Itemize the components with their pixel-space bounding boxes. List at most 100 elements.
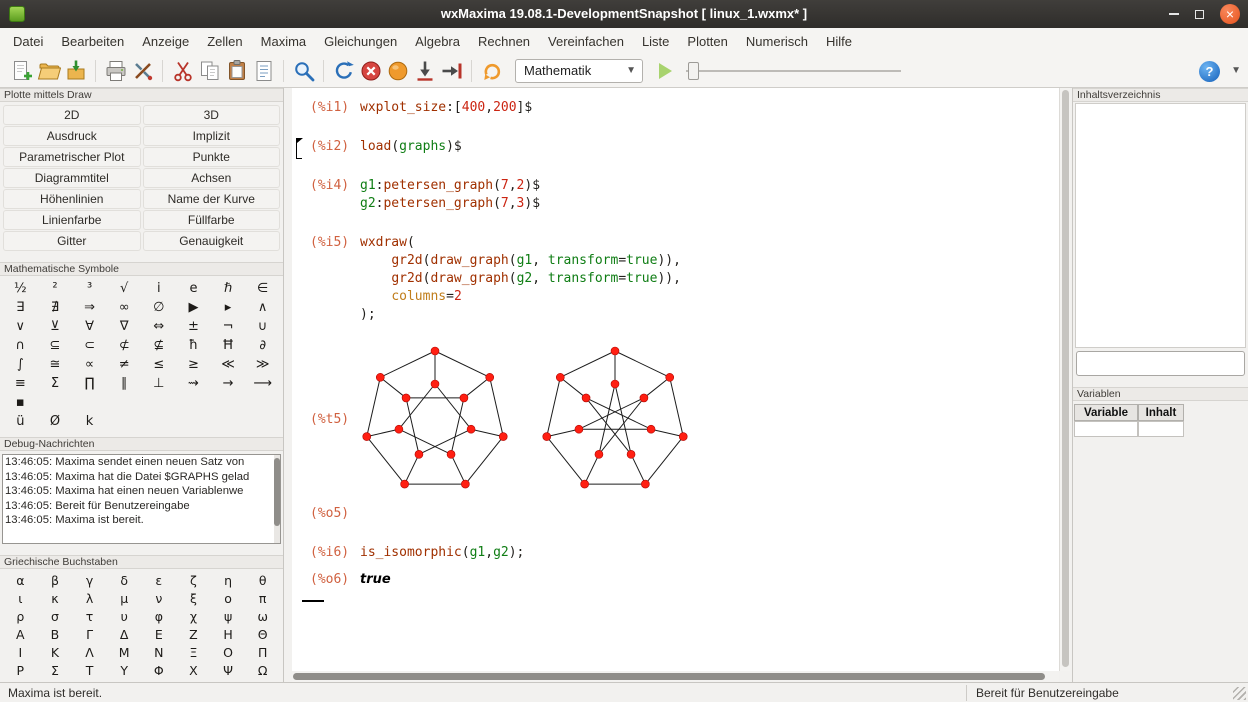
greek-Λ[interactable]: Λ — [72, 644, 107, 662]
symbol-k[interactable]: k — [72, 412, 107, 431]
select-text-icon[interactable] — [250, 58, 277, 84]
symbol-≤[interactable]: ≤ — [142, 355, 177, 374]
code-line[interactable]: g1:petersen_graph(7,2)$ — [360, 177, 540, 195]
symbol-≫[interactable]: ≫ — [245, 355, 280, 374]
symbol-∄[interactable]: ∄ — [38, 298, 73, 317]
copy-icon[interactable] — [196, 58, 223, 84]
document[interactable]: (%i1)wxplot_size:[400,200]$(%i2)load(gra… — [292, 88, 1059, 671]
greek-π[interactable]: π — [245, 590, 280, 608]
draw-button-gitter[interactable]: Gitter — [3, 231, 141, 251]
symbol-∇[interactable]: ∇ — [107, 317, 142, 336]
open-file-icon[interactable] — [35, 58, 62, 84]
cell-code[interactable]: load(graphs)$ — [360, 138, 462, 156]
symbol-⊥[interactable]: ⊥ — [142, 374, 177, 393]
cell-code[interactable]: g1:petersen_graph(7,2)$g2:petersen_graph… — [360, 177, 540, 213]
symbol-∂[interactable]: ∂ — [245, 336, 280, 355]
symbol-≠[interactable]: ≠ — [107, 355, 142, 374]
greek-υ[interactable]: υ — [107, 608, 142, 626]
menu-algebra[interactable]: Algebra — [406, 30, 469, 53]
menu-anzeige[interactable]: Anzeige — [133, 30, 198, 53]
cell-o5[interactable]: (%o5) — [310, 505, 1059, 523]
symbol-ü[interactable]: ü — [3, 412, 38, 431]
paste-icon[interactable] — [223, 58, 250, 84]
stop-icon[interactable] — [357, 58, 384, 84]
horizontal-scrollbar[interactable] — [292, 671, 1059, 682]
restart-maxima-icon[interactable] — [330, 58, 357, 84]
debug-scrollbar-thumb[interactable] — [274, 458, 280, 526]
evaluate-to-point-icon[interactable] — [438, 58, 465, 84]
greek-Σ[interactable]: Σ — [38, 662, 73, 680]
draw-button-ausdruck[interactable]: Ausdruck — [3, 126, 141, 146]
symbol-e[interactable]: e — [176, 279, 211, 298]
greek-κ[interactable]: κ — [38, 590, 73, 608]
menu-liste[interactable]: Liste — [633, 30, 678, 53]
symbol-³[interactable]: ³ — [72, 279, 107, 298]
toc-list[interactable] — [1075, 103, 1246, 348]
greek-Ψ[interactable]: Ψ — [211, 662, 246, 680]
debug-scrollbar[interactable] — [274, 455, 280, 543]
symbol-▶[interactable]: ▶ — [176, 298, 211, 317]
code-line[interactable]: columns=2 — [360, 288, 681, 306]
symbol-¬[interactable]: ¬ — [211, 317, 246, 336]
greek-Z[interactable]: Z — [176, 626, 211, 644]
symbol-½[interactable]: ½ — [3, 279, 38, 298]
draw-button-name-der-kurve[interactable]: Name der Kurve — [143, 189, 281, 209]
configure-icon[interactable] — [129, 58, 156, 84]
greek-τ[interactable]: τ — [72, 608, 107, 626]
symbol-Ħ[interactable]: Ħ — [211, 336, 246, 355]
symbol-∪[interactable]: ∪ — [245, 317, 280, 336]
greek-A[interactable]: A — [3, 626, 38, 644]
symbol-▪[interactable]: ▪ — [3, 393, 38, 412]
greek-O[interactable]: O — [211, 644, 246, 662]
cell-i5[interactable]: (%i5)wxdraw( gr2d(draw_graph(g1, transfo… — [310, 234, 1059, 324]
symbol-i[interactable]: i — [142, 279, 177, 298]
greek-P[interactable]: P — [3, 662, 38, 680]
code-line[interactable]: gr2d(draw_graph(g2, transform=true)), — [360, 270, 681, 288]
menu-gleichungen[interactable]: Gleichungen — [315, 30, 406, 53]
cell-code[interactable]: wxplot_size:[400,200]$ — [360, 99, 532, 117]
greek-δ[interactable]: δ — [107, 572, 142, 590]
greek-μ[interactable]: μ — [107, 590, 142, 608]
symbol-⇔[interactable]: ⇔ — [142, 317, 177, 336]
symbol-⊆[interactable]: ⊆ — [38, 336, 73, 355]
symbol-∀[interactable]: ∀ — [72, 317, 107, 336]
greek-ι[interactable]: ι — [3, 590, 38, 608]
cell-i2[interactable]: (%i2)load(graphs)$ — [310, 138, 1059, 156]
print-icon[interactable] — [102, 58, 129, 84]
greek-Δ[interactable]: Δ — [107, 626, 142, 644]
toc-filter-input[interactable] — [1076, 351, 1245, 376]
code-line[interactable]: true — [360, 571, 391, 589]
menu-rechnen[interactable]: Rechnen — [469, 30, 539, 53]
symbol-∨[interactable]: ∨ — [3, 317, 38, 336]
code-line[interactable]: is_isomorphic(g1,g2); — [360, 544, 524, 562]
draw-button-parametrischer-plot[interactable]: Parametrischer Plot — [3, 147, 141, 167]
symbol-√[interactable]: √ — [107, 279, 142, 298]
find-icon[interactable] — [290, 58, 317, 84]
draw-button-linienfarbe[interactable]: Linienfarbe — [3, 210, 141, 230]
text-cursor[interactable] — [302, 600, 324, 602]
symbol-ħ[interactable]: ħ — [176, 336, 211, 355]
greek-I[interactable]: I — [3, 644, 38, 662]
save-icon[interactable] — [62, 58, 89, 84]
close-button[interactable]: × — [1220, 4, 1240, 24]
follow-icon[interactable] — [411, 58, 438, 84]
menu-hilfe[interactable]: Hilfe — [817, 30, 861, 53]
greek-ζ[interactable]: ζ — [176, 572, 211, 590]
menu-vereinfachen[interactable]: Vereinfachen — [539, 30, 633, 53]
symbol-⟶[interactable]: ⟶ — [245, 374, 280, 393]
code-line[interactable]: gr2d(draw_graph(g1, transform=true)), — [360, 252, 681, 270]
symbol-∝[interactable]: ∝ — [72, 355, 107, 374]
greek-ψ[interactable]: ψ — [211, 608, 246, 626]
draw-button-2d[interactable]: 2D — [3, 105, 141, 125]
symbol-▸[interactable]: ▸ — [211, 298, 246, 317]
maximize-button[interactable] — [1195, 10, 1204, 19]
cell-type-select[interactable]: Mathematik ▼ — [515, 59, 643, 83]
symbol-∈[interactable]: ∈ — [245, 279, 280, 298]
animation-slider[interactable] — [686, 61, 901, 81]
greek-ο[interactable]: ο — [211, 590, 246, 608]
draw-button-genauigkeit[interactable]: Genauigkeit — [143, 231, 281, 251]
greek-H[interactable]: H — [211, 626, 246, 644]
symbol-∥[interactable]: ∥ — [107, 374, 142, 393]
draw-button-h-henlinien[interactable]: Höhenlinien — [3, 189, 141, 209]
symbol-²[interactable]: ² — [38, 279, 73, 298]
